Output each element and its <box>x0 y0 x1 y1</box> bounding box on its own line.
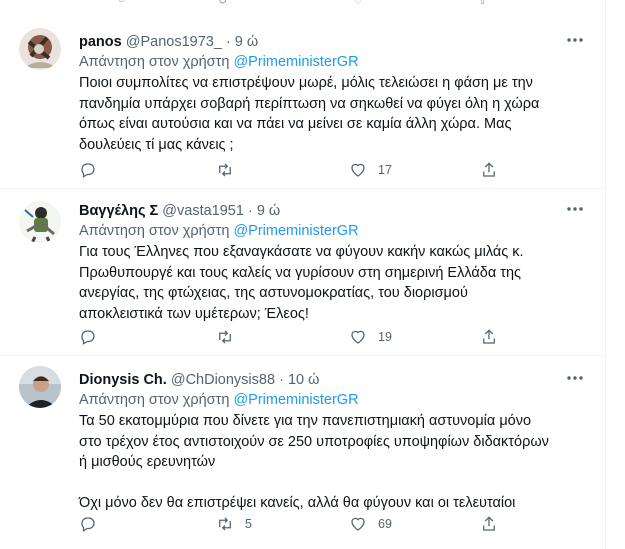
share-icon[interactable]: ⇧ <box>478 0 496 7</box>
tweet-text-line: Όχι μόνο δεν θα επιστρέψει κανείς, αλλά … <box>79 495 516 511</box>
tweet-time[interactable]: 10 ώ <box>288 372 319 388</box>
reply-icon <box>81 163 95 178</box>
tweet-text-line: στο τρέχον έτος αντιστοιχούν σε 250 υποτ… <box>79 433 549 450</box>
separator-dot: · <box>279 372 284 388</box>
tweet-text-line: Για τους Έλληνες που εξαναγκάσατε να φύγ… <box>79 244 524 260</box>
reply-mention-link[interactable]: @PrimeministerGR <box>233 54 358 70</box>
separator-dot: · <box>247 203 253 219</box>
author-name[interactable]: Dionysis Ch. <box>79 372 167 388</box>
reply-context: Απάντηση στον χρήστη @PrimeministerGR <box>79 221 586 241</box>
retweet-icon[interactable]: ↻ <box>218 0 236 7</box>
retweet-button[interactable]: 5 <box>216 514 252 534</box>
reply-mention-link[interactable]: @PrimeministerGR <box>233 223 358 239</box>
share-button[interactable] <box>480 514 498 534</box>
tweet-text-line: δουλεύεις τί μας κάνεις ; <box>79 136 234 153</box>
tweet-text: Τα 50 εκατομμύρια που δίνετε για την παν… <box>79 411 586 514</box>
share-button[interactable] <box>480 160 498 180</box>
tweet-text-line: πανδημία υπάρχει σοβαρή περίπτωση να σηκ… <box>79 95 540 112</box>
reply-prefix: Απάντηση στον χρήστη <box>79 54 230 70</box>
avatar[interactable] <box>19 201 61 243</box>
share-icon <box>483 516 495 531</box>
like-count: 17 <box>378 163 392 177</box>
reply-icon <box>81 517 95 532</box>
tweet-text-line: Πρωθυπουργέ και τους καλείς να γυρίσουν … <box>79 264 522 281</box>
tweet-text: Για τους Έλληνες που εξαναγκάσατε να φύγ… <box>79 242 586 324</box>
tweet-text: Ποιοι συμπολίτες να επιστρέψουν μωρέ, μό… <box>79 73 586 155</box>
retweet-count: 5 <box>245 517 252 531</box>
tweet[interactable]: Βαγγέλης Σ @vasta1951 · 9 ώ Απάντηση στο… <box>0 188 606 356</box>
author-handle[interactable]: @ChDionysis88 <box>171 372 275 388</box>
reply-context: Απάντηση στον χρήστη @PrimeministerGR <box>79 390 586 410</box>
like-button[interactable]: 19 <box>349 327 392 347</box>
more-icon[interactable] <box>564 30 586 50</box>
more-icon[interactable] <box>564 368 586 388</box>
retweet-icon <box>219 517 231 531</box>
tweet-text-line: όπως είναι αυτούσια και να πάει να μείνε… <box>79 116 512 132</box>
reply-button[interactable] <box>79 514 108 534</box>
tweet-text-line: Ποιοι συμπολίτες να επιστρέψουν μωρέ, μό… <box>79 75 533 91</box>
heart-icon[interactable]: ♡ <box>353 0 371 7</box>
tweet-actions: 19 <box>79 327 499 347</box>
reply-icon <box>81 330 95 345</box>
tweet-text-line <box>79 473 586 494</box>
tweet-actions: 17 <box>79 160 499 180</box>
heart-icon <box>351 330 365 344</box>
share-icon <box>483 329 495 344</box>
avatar[interactable] <box>19 28 61 70</box>
like-count: 19 <box>378 330 392 344</box>
reply-mention-link[interactable]: @PrimeministerGR <box>233 392 358 408</box>
like-button[interactable]: 69 <box>349 514 392 534</box>
retweet-button[interactable] <box>216 160 245 180</box>
tweet-time[interactable]: 9 ώ <box>235 34 258 50</box>
tweet[interactable]: panos @Panos1973_ · 9 ώ Απάντηση στον χρ… <box>0 17 606 189</box>
author-name[interactable]: Βαγγέλης Σ <box>79 203 158 219</box>
tweet-time[interactable]: 9 ώ <box>257 203 280 219</box>
reply-prefix: Απάντηση στον χρήστη <box>79 223 230 239</box>
separator-dot: · <box>225 34 231 50</box>
author-handle[interactable]: @Panos1973_ <box>126 34 222 50</box>
previous-tweet-actions: ○ ↻ ♡ ⇧ <box>0 0 606 12</box>
like-count: 69 <box>378 517 392 531</box>
share-button[interactable] <box>480 327 498 347</box>
author-handle[interactable]: @vasta1951 <box>162 203 244 219</box>
reply-button[interactable] <box>79 327 108 347</box>
tweet-text-line: αποκλειστικά των υμέτερων; Έλεος! <box>79 305 309 322</box>
retweet-icon <box>219 163 231 177</box>
retweet-icon <box>219 330 231 344</box>
retweet-button[interactable] <box>216 327 245 347</box>
tweet-text-line: ανεργίας, της φτώχειας, της αστυνομοκρατ… <box>79 285 468 301</box>
author-name[interactable]: panos <box>79 34 122 50</box>
tweet-text-line: ή μισθούς ερευνητών <box>79 454 216 470</box>
reply-prefix: Απάντηση στον χρήστη <box>79 392 230 408</box>
avatar[interactable] <box>19 366 61 408</box>
more-icon[interactable] <box>564 199 586 219</box>
like-button[interactable]: 17 <box>349 160 392 180</box>
tweet[interactable]: Dionysis Ch. @ChDionysis88 · 10 ώ Απάντη… <box>0 355 606 549</box>
reply-icon[interactable]: ○ <box>118 0 136 6</box>
heart-icon <box>351 517 365 531</box>
heart-icon <box>351 163 365 177</box>
reply-context: Απάντηση στον χρήστη @PrimeministerGR <box>79 52 586 72</box>
tweet-text-line: Τα 50 εκατομμύρια που δίνετε για την παν… <box>79 413 532 429</box>
timeline: ○ ↻ ♡ ⇧ panos @Panos1973_ · 9 ώ Απάντηση… <box>0 0 606 549</box>
reply-button[interactable] <box>79 160 108 180</box>
tweet-actions: 5 69 <box>79 514 499 534</box>
share-icon <box>483 162 495 177</box>
